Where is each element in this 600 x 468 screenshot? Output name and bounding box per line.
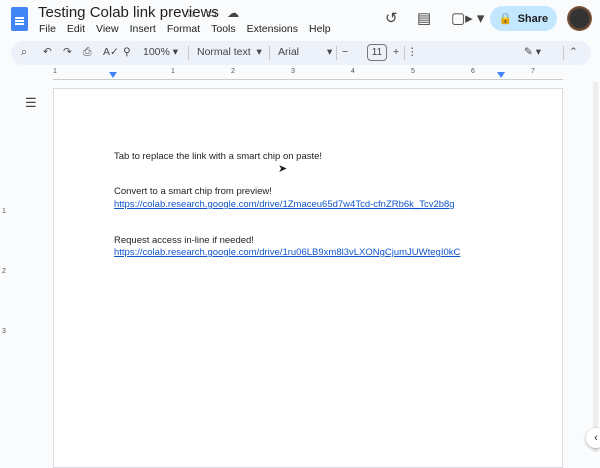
menu-tools[interactable]: Tools — [211, 23, 236, 35]
avatar[interactable] — [567, 6, 592, 31]
paint-format-icon[interactable]: ⚲ — [123, 46, 131, 58]
menu-view[interactable]: View — [96, 23, 119, 35]
horizontal-ruler[interactable]: 1 1 2 3 4 5 6 7 — [53, 68, 563, 80]
spellcheck-icon[interactable]: A✓ — [103, 46, 119, 58]
menu-extensions[interactable]: Extensions — [247, 23, 298, 35]
star-icon[interactable]: ☆ — [185, 6, 196, 20]
colab-link[interactable]: https://colab.research.google.com/drive/… — [114, 199, 455, 210]
vertical-ruler[interactable]: 1 2 3 — [0, 90, 9, 455]
font-select[interactable]: Arial — [278, 46, 299, 58]
more-options-icon[interactable]: ⋮ — [407, 46, 418, 58]
zoom-select[interactable]: 100% ▾ — [143, 46, 178, 58]
increase-font-size-button[interactable]: + — [393, 46, 399, 58]
menu-edit[interactable]: Edit — [67, 23, 85, 35]
paragraph: Tab to replace the link with a smart chi… — [114, 151, 323, 162]
print-icon[interactable]: ⎙ — [83, 46, 91, 59]
cloud-status-icon[interactable]: ☁ — [227, 6, 239, 20]
style-select[interactable]: Normal text ▾ — [197, 46, 262, 58]
search-icon[interactable]: ⌕ — [21, 46, 27, 59]
comments-icon[interactable]: ▤ — [417, 9, 431, 27]
document-outline-icon[interactable]: ☰ — [25, 95, 37, 111]
left-indent-marker[interactable] — [109, 72, 117, 78]
right-indent-marker[interactable] — [497, 72, 505, 78]
colab-link[interactable]: https://colab.research.google.com/drive/… — [114, 247, 460, 258]
toolbar: ⌕ ↶ ↷ ⎙ A✓ ⚲ 100% ▾ Normal text ▾ Arial … — [11, 41, 591, 65]
menu-bar: File Edit View Insert Format Tools Exten… — [39, 23, 331, 35]
mouse-cursor-icon: ➤ — [278, 163, 288, 175]
move-folder-icon[interactable]: ▭ — [206, 6, 217, 20]
share-button[interactable]: 🔒 Share — [490, 6, 557, 31]
menu-file[interactable]: File — [39, 23, 56, 35]
side-panel-toggle-button[interactable]: ‹ — [586, 428, 600, 448]
version-history-icon[interactable]: ↺ — [385, 9, 398, 27]
undo-icon[interactable]: ↶ — [43, 46, 52, 58]
lock-icon: 🔒 — [498, 13, 513, 25]
menu-format[interactable]: Format — [167, 23, 200, 35]
docs-logo[interactable] — [11, 7, 28, 31]
font-size-input[interactable]: 11 — [367, 44, 387, 61]
font-dropdown-icon[interactable]: ▾ — [327, 46, 332, 58]
collapse-toolbar-icon[interactable]: ⌃ — [569, 46, 578, 58]
paragraph: Convert to a smart chip from preview! — [114, 186, 272, 197]
redo-icon[interactable]: ↷ — [63, 46, 72, 58]
menu-insert[interactable]: Insert — [130, 23, 156, 35]
decrease-font-size-button[interactable]: − — [342, 46, 348, 58]
menu-help[interactable]: Help — [309, 23, 331, 35]
document-page[interactable]: Tab to replace the link with a smart chi… — [53, 88, 563, 468]
editing-mode-icon[interactable]: ✎ ▾ — [524, 46, 541, 58]
meet-icon[interactable]: ▢▸ ▾ — [451, 9, 484, 27]
paragraph: Request access in-line if needed! — [114, 235, 254, 246]
scrollbar[interactable] — [593, 82, 598, 452]
